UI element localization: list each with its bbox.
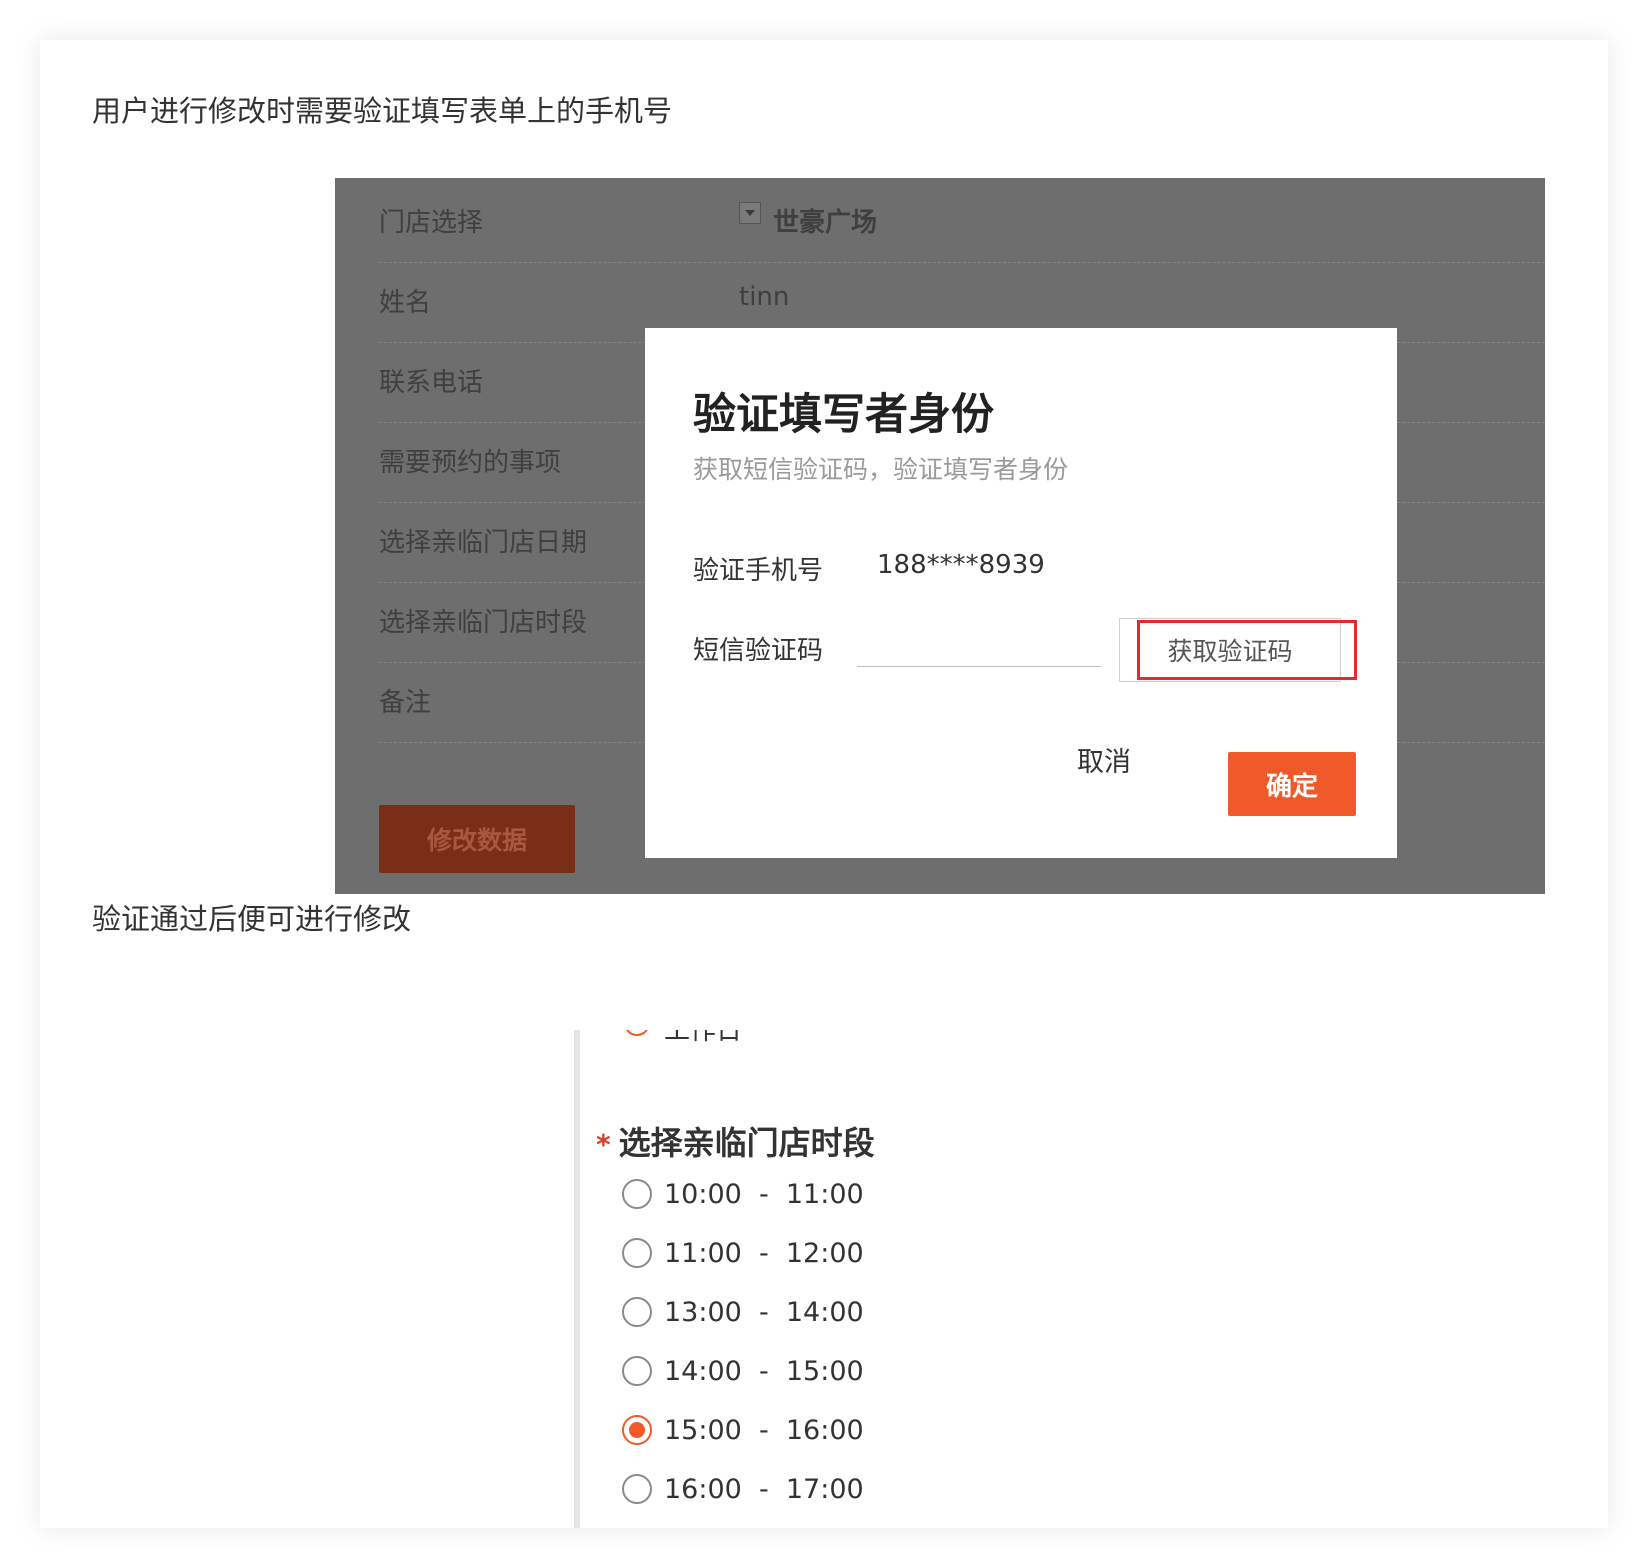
confirm-button[interactable]: 确定 [1228, 752, 1356, 816]
form-label: 选择亲临门店时段 [379, 608, 588, 638]
time-option[interactable]: 13:00 - 14:00 [622, 1292, 864, 1332]
caption-verify-phone: 用户进行修改时需要验证填写表单上的手机号 [92, 94, 673, 128]
question-title: * 选择亲临门店时段 [596, 1118, 875, 1164]
time-option[interactable]: 14:00 - 15:00 [622, 1351, 864, 1391]
radio-icon[interactable] [622, 1238, 652, 1268]
modal-subtitle: 获取短信验证码，验证填写者身份 [693, 455, 1069, 484]
article-card: 用户进行修改时需要验证填写表单上的手机号 门店选择 世豪广场 姓名 tinn 联… [40, 40, 1608, 1528]
sms-code-label: 短信验证码 [693, 636, 824, 666]
form-label: 门店选择 [379, 208, 484, 238]
modal-title: 验证填写者身份 [693, 390, 994, 440]
option-label: 16:00 - 17:00 [664, 1473, 864, 1505]
radio-icon[interactable] [622, 1474, 652, 1504]
phone-value: 188****8939 [877, 550, 1045, 580]
option-label: 13:00 - 14:00 [664, 1296, 864, 1328]
radio-selected-icon[interactable] [622, 1415, 652, 1445]
name-value[interactable]: tinn [739, 282, 789, 312]
form-label: 联系电话 [379, 368, 484, 398]
store-value[interactable]: 世豪广场 [773, 202, 877, 239]
radio-icon[interactable] [622, 1356, 652, 1386]
form-label: 备注 [379, 688, 432, 718]
dropdown-arrow-icon[interactable] [739, 202, 761, 224]
verify-identity-modal: 验证填写者身份 获取短信验证码，验证填写者身份 验证手机号 188****893… [645, 328, 1397, 858]
option-label: 11:00 - 12:00 [664, 1237, 864, 1269]
required-mark: * [596, 1128, 611, 1161]
get-code-button[interactable]: 获取验证码 [1119, 618, 1341, 682]
sms-code-input[interactable] [857, 618, 1101, 667]
question-title-text: 选择亲临门店时段 [618, 1124, 875, 1162]
form-label: 姓名 [379, 288, 432, 318]
cancel-button[interactable]: 取消 [1077, 740, 1131, 779]
edit-data-button[interactable]: 修改数据 [379, 805, 575, 873]
screenshot-form-with-modal: 门店选择 世豪广场 姓名 tinn 联系电话 需要预约的事项 选择亲临门店日期 … [335, 178, 1545, 894]
form-label: 需要预约的事项 [379, 448, 562, 478]
radio-icon[interactable] [622, 1179, 652, 1209]
form-label: 选择亲临门店日期 [379, 528, 588, 558]
time-option-selected[interactable]: 15:00 - 16:00 [622, 1410, 864, 1450]
partial-prev-option: 工作日 [624, 1030, 742, 1046]
time-option[interactable]: 10:00 - 11:00 [622, 1174, 864, 1214]
time-option[interactable]: 16:00 - 17:00 [622, 1469, 864, 1509]
radio-icon[interactable] [622, 1297, 652, 1327]
form-row-store: 门店选择 世豪广场 [379, 178, 1545, 263]
caption-after-verify: 验证通过后便可进行修改 [92, 902, 412, 936]
option-label: 14:00 - 15:00 [664, 1355, 864, 1387]
screenshot-time-question: 工作日 * 选择亲临门店时段 10:00 - 11:00 11:00 - 12:0… [574, 1030, 1400, 1528]
time-option[interactable]: 11:00 - 12:00 [622, 1233, 864, 1273]
option-label: 10:00 - 11:00 [664, 1178, 864, 1210]
radio-icon[interactable] [624, 1030, 650, 1036]
option-label: 工作日 [664, 1030, 743, 1046]
phone-label: 验证手机号 [693, 556, 824, 586]
option-label: 15:00 - 16:00 [664, 1414, 864, 1446]
